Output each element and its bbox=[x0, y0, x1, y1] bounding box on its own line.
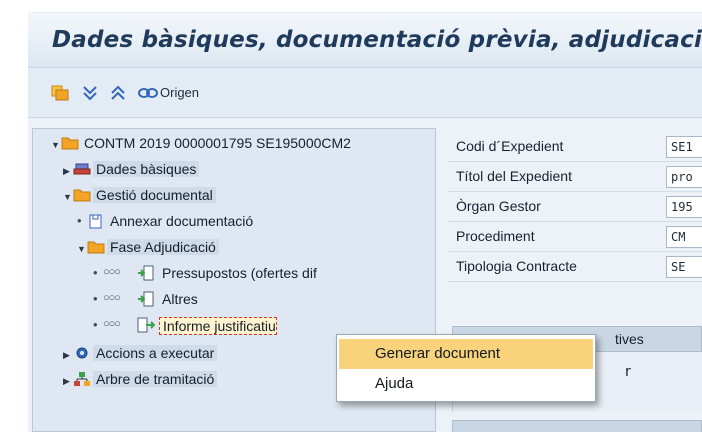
tree-label-gestio-documental: Gestió documental bbox=[93, 187, 216, 203]
tree-label-fase-adjudicacio: Fase Adjudicació bbox=[107, 239, 219, 255]
procediment-field[interactable]: CM bbox=[666, 226, 702, 248]
status-circles-icon: ○○○ bbox=[103, 266, 121, 278]
collapsed-arrow-icon[interactable]: ▶ bbox=[63, 166, 70, 177]
document-import-icon bbox=[138, 265, 154, 281]
field-label: Òrgan Gestor bbox=[456, 198, 541, 214]
section-header-label: tives bbox=[615, 331, 644, 347]
section-body-text: r bbox=[625, 364, 631, 380]
status-circles-icon: ○○○ bbox=[103, 318, 121, 330]
origin-label[interactable]: Origen bbox=[160, 85, 199, 100]
expanded-arrow-icon[interactable]: ▼ bbox=[51, 140, 60, 150]
tree-label-dades-basiques: Dades bàsiques bbox=[93, 161, 200, 177]
basic-data-icon bbox=[73, 163, 91, 175]
attach-document-icon bbox=[89, 214, 102, 229]
expand-all-icon[interactable] bbox=[80, 83, 100, 103]
tree-node-annexar[interactable]: • Annexar documentació bbox=[77, 211, 377, 233]
leaf-bullet-icon: • bbox=[93, 265, 98, 280]
tree-node-altres[interactable]: • ○○○ Altres bbox=[93, 289, 393, 311]
tipologia-contracte-field[interactable]: SE bbox=[666, 256, 702, 278]
section-header-2 bbox=[452, 420, 702, 432]
leaf-bullet-icon: • bbox=[77, 213, 82, 228]
folder-tool-icon[interactable] bbox=[50, 83, 70, 103]
folder-open-icon bbox=[73, 189, 91, 202]
tree-label-accions: Accions a executar bbox=[93, 345, 218, 361]
folder-open-icon bbox=[61, 137, 79, 150]
expanded-arrow-icon[interactable]: ▼ bbox=[77, 244, 86, 254]
form-row: Tipologia Contracte SE bbox=[448, 252, 702, 282]
context-menu: Generar document Ajuda bbox=[336, 334, 596, 402]
leaf-bullet-icon: • bbox=[93, 317, 98, 332]
collapse-all-icon[interactable] bbox=[108, 83, 128, 103]
field-label: Tipologia Contracte bbox=[456, 258, 577, 274]
folder-open-icon bbox=[87, 241, 105, 254]
status-circles-icon: ○○○ bbox=[103, 292, 121, 304]
tree-node-fase-adjudicacio[interactable]: ▼ Fase Adjudicació bbox=[77, 237, 377, 259]
form-row: Títol del Expedient pro bbox=[448, 162, 702, 192]
menu-item-ajuda[interactable]: Ajuda bbox=[339, 369, 593, 399]
field-label: Procediment bbox=[456, 228, 535, 244]
tree-node-gestio-documental[interactable]: ▼ Gestió documental bbox=[63, 185, 363, 207]
menu-item-label: Generar document bbox=[375, 345, 501, 362]
document-import-icon bbox=[138, 291, 154, 307]
page-title: Dades bàsiques, documentació prèvia, adj… bbox=[52, 27, 702, 53]
form-row: Òrgan Gestor 195 bbox=[448, 192, 702, 222]
tree-label-pressupostos: Pressupostos (ofertes dif bbox=[162, 265, 317, 281]
tree-root-label: CONTM 2019 0000001795 SE195000CM2 bbox=[84, 135, 351, 151]
tree-node-accions[interactable]: ▶ Accions a executar bbox=[63, 343, 363, 365]
tree-label-altres: Altres bbox=[162, 291, 198, 307]
gear-icon bbox=[76, 347, 88, 359]
hierarchy-icon bbox=[74, 372, 90, 386]
titol-expedient-field[interactable]: pro bbox=[666, 166, 702, 188]
tree-node-pressupostos[interactable]: • ○○○ Pressupostos (ofertes dif bbox=[93, 263, 433, 285]
menu-item-generar-document[interactable]: Generar document bbox=[339, 339, 593, 369]
tree-label-arbre: Arbre de tramitació bbox=[93, 371, 218, 387]
tree-node-root[interactable]: ▼ CONTM 2019 0000001795 SE195000CM2 bbox=[51, 133, 435, 155]
collapsed-arrow-icon[interactable]: ▶ bbox=[63, 350, 70, 361]
leaf-bullet-icon: • bbox=[93, 291, 98, 306]
form-row: Procediment CM bbox=[448, 222, 702, 252]
title-bar: Dades bàsiques, documentació prèvia, adj… bbox=[28, 12, 702, 68]
tree-label-annexar: Annexar documentació bbox=[110, 213, 254, 229]
tree-node-arbre[interactable]: ▶ Arbre de tramitació bbox=[63, 369, 363, 391]
tree-node-dades-basiques[interactable]: ▶ Dades bàsiques bbox=[63, 159, 363, 181]
form-row: Codi d´Expedient SE1 bbox=[448, 132, 702, 162]
document-export-icon bbox=[137, 317, 155, 333]
expanded-arrow-icon[interactable]: ▼ bbox=[63, 192, 72, 202]
codi-expedient-field[interactable]: SE1 bbox=[666, 136, 702, 158]
field-label: Codi d´Expedient bbox=[456, 138, 564, 154]
field-label: Títol del Expedient bbox=[456, 168, 572, 184]
toolbar: Origen bbox=[28, 68, 702, 118]
menu-item-label: Ajuda bbox=[375, 375, 414, 392]
link-icon bbox=[138, 88, 158, 98]
tree-label-informe-justificatiu: Informe justificatiu bbox=[159, 317, 277, 335]
collapsed-arrow-icon[interactable]: ▶ bbox=[63, 376, 70, 387]
organ-gestor-field[interactable]: 195 bbox=[666, 196, 702, 218]
